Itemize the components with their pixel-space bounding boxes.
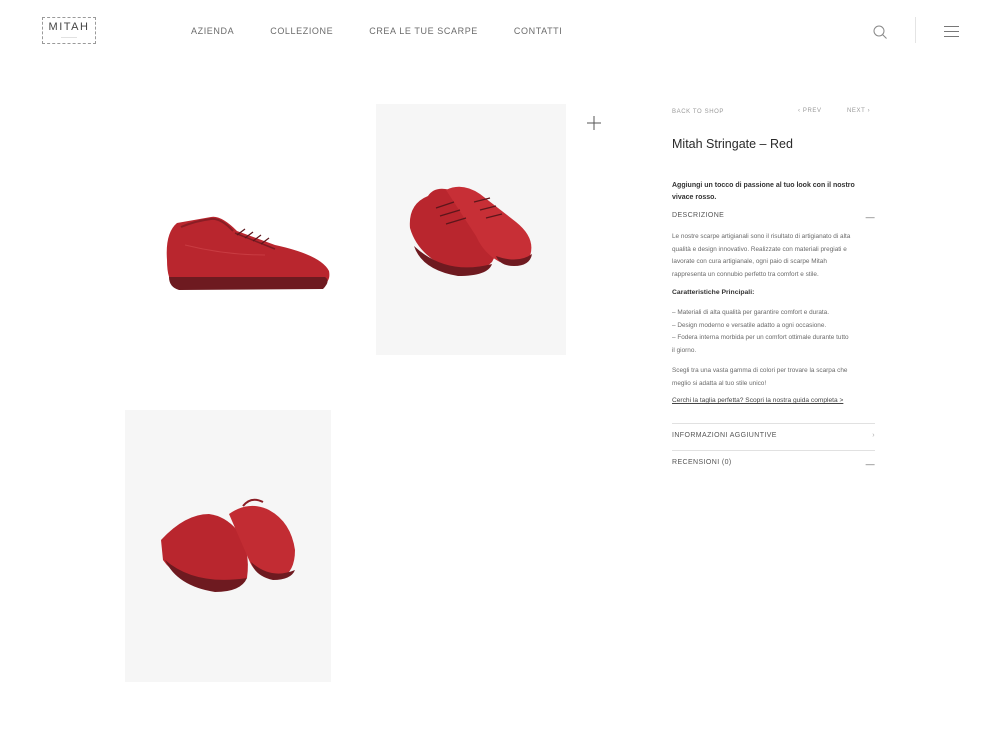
desc-line: lavorate con cura artigianale, ogni paio… [672, 258, 827, 265]
accordion-reviews[interactable]: RECENSIONI (0) — [672, 459, 875, 469]
prev-product-link[interactable]: ‹ PREV [798, 108, 822, 114]
desc-line: meglio si adatta al tuo stile unico! [672, 379, 767, 387]
expand-chevron-icon: › [872, 432, 875, 439]
desc-line: Scegli tra una vasta gamma di colori per… [672, 367, 848, 374]
divider [672, 450, 875, 451]
product-image-pair-back[interactable] [125, 410, 331, 682]
collapse-minus-icon: — [865, 212, 875, 222]
size-guide-link[interactable]: Cerchi la taglia perfetta? Scopri la nos… [672, 397, 843, 404]
lead-line-2: vivace rosso. [672, 194, 717, 201]
description-paragraph-1: Le nostre scarpe artigianali sono il ris… [672, 231, 875, 281]
product-lead: Aggiungi un tocco di passione al tuo loo… [672, 180, 872, 204]
accordion-description-label: DESCRIZIONE [672, 212, 725, 219]
feature-item: il giorno. [672, 346, 697, 354]
logo-underline: ———— [61, 34, 77, 39]
product-image-pair-front[interactable] [376, 104, 566, 355]
prev-label: PREV [802, 108, 822, 114]
site-logo[interactable]: MITAH ———— [42, 17, 96, 44]
nav-item-azienda[interactable]: AZIENDA [191, 26, 234, 36]
accordion-additional-info-label: INFORMAZIONI AGGIUNTIVE [672, 432, 777, 439]
product-panel: BACK TO SHOP ‹ PREV NEXT › [672, 104, 875, 118]
description-paragraph-2: Scegli tra una vasta gamma di colori per… [672, 365, 875, 390]
feature-item: – Materiali di alta qualità per garantir… [672, 309, 830, 316]
product-title: Mitah Stringate – Red [672, 137, 793, 151]
back-to-shop-link[interactable]: BACK TO SHOP [672, 109, 724, 115]
logo-text: MITAH [48, 21, 90, 33]
zoom-plus-icon[interactable] [587, 116, 601, 130]
accordion-additional-info[interactable]: INFORMAZIONI AGGIUNTIVE › [672, 432, 875, 439]
main-nav: AZIENDA COLLEZIONE CREA LE TUE SCARPE CO… [191, 26, 598, 36]
nav-item-crea-le-tue-scarpe[interactable]: CREA LE TUE SCARPE [369, 26, 478, 36]
features-title: Caratteristiche Principali: [672, 289, 755, 296]
accordion-reviews-label: RECENSIONI (0) [672, 459, 732, 466]
accordion-description[interactable]: DESCRIZIONE — [672, 212, 875, 222]
product-navigation: BACK TO SHOP ‹ PREV NEXT › [672, 104, 875, 118]
feature-item: – Design moderno e versatile adatto a og… [672, 321, 827, 329]
collapse-minus-icon: — [865, 459, 875, 469]
features-list: – Materiali di alta qualità per garantir… [672, 307, 875, 357]
next-product-link[interactable]: NEXT › [847, 108, 870, 114]
nav-item-contatti[interactable]: CONTATTI [514, 26, 562, 36]
desc-line: rappresenta un connubio perfetto tra com… [672, 270, 819, 278]
nav-item-collezione[interactable]: COLLEZIONE [270, 26, 333, 36]
header-divider [915, 17, 916, 43]
product-image-side[interactable] [125, 105, 335, 405]
hamburger-menu-icon[interactable] [944, 26, 959, 37]
feature-item: – Fodera interna morbida per un comfort … [672, 334, 849, 341]
lead-line-1: Aggiungi un tocco di passione al tuo loo… [672, 182, 855, 189]
next-label: NEXT [847, 108, 866, 114]
desc-line: qualità e design innovativo. Realizzate … [672, 245, 847, 253]
desc-line: Le nostre scarpe artigianali sono il ris… [672, 233, 851, 240]
divider [672, 423, 875, 424]
search-icon[interactable] [872, 24, 888, 40]
